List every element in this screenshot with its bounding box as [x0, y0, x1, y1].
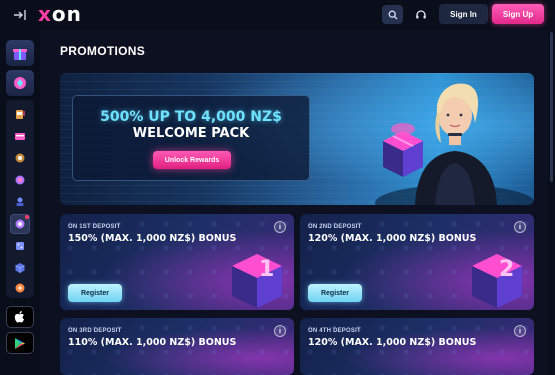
scrollbar-thumb[interactable] — [550, 32, 553, 182]
bonus-deposit-label: ON 3RD DEPOSIT — [68, 328, 122, 334]
sidebar-item-gems[interactable] — [10, 192, 30, 212]
info-icon[interactable]: i — [274, 325, 286, 337]
info-icon[interactable]: i — [514, 325, 526, 337]
sidebar-promo-gift[interactable] — [6, 40, 34, 66]
top-header: x on Sign In Sign Up — [0, 0, 555, 30]
promo-chest-icon — [14, 77, 26, 89]
notification-dot — [25, 215, 29, 219]
info-icon[interactable]: i — [514, 221, 526, 233]
sidebar — [0, 30, 40, 375]
hero-offer-amount: 500% UP TO 4,000 NZ$ — [100, 109, 282, 125]
sidebar-toggle-icon[interactable] — [12, 8, 28, 22]
register-button[interactable]: Register — [68, 284, 122, 302]
hero-offer-card: 500% UP TO 4,000 NZ$ WELCOME PACK Unlock… — [72, 95, 310, 181]
app-root: x on Sign In Sign Up PROMOTIONS 500% UP … — [0, 0, 555, 375]
coin-icon — [15, 175, 25, 185]
page-scrollbar[interactable] — [548, 30, 555, 375]
slot-machine-icon — [16, 110, 25, 119]
bonus-deposit-label: ON 2ND DEPOSIT — [308, 224, 362, 230]
package-icon — [15, 263, 25, 273]
bonus-card-4th-deposit: ON 4TH DEPOSIT 120% (MAX. 1,000 NZ$) BON… — [300, 318, 534, 375]
sidebar-game-categories — [6, 100, 34, 298]
dice-icon — [16, 242, 24, 250]
page-title: PROMOTIONS — [60, 44, 146, 58]
google-play-button[interactable] — [6, 332, 34, 354]
hero-character-illustration — [375, 83, 534, 205]
sidebar-item-slots[interactable] — [10, 104, 30, 124]
unlock-rewards-button[interactable]: Unlock Rewards — [153, 151, 231, 169]
app-store-button[interactable] — [6, 306, 34, 328]
sidebar-item-live-casino[interactable] — [10, 214, 30, 234]
gift-number: 1 — [259, 257, 274, 282]
bonus-title: 150% (MAX. 1,000 NZ$) BONUS — [68, 233, 237, 244]
bonus-deposit-label: ON 1ST DEPOSIT — [68, 224, 121, 230]
cards-icon — [15, 133, 25, 140]
promo-gift-icon — [13, 49, 27, 60]
bonus-title: 120% (MAX. 1,000 NZ$) BONUS — [308, 337, 477, 348]
support-button[interactable] — [410, 5, 431, 24]
roulette-icon — [15, 153, 25, 163]
welcome-hero-banner: 500% UP TO 4,000 NZ$ WELCOME PACK Unlock… — [60, 73, 534, 205]
sign-up-button[interactable]: Sign Up — [492, 4, 544, 24]
sidebar-item-coins[interactable] — [10, 170, 30, 190]
sidebar-item-roulette[interactable] — [10, 148, 30, 168]
sidebar-item-cards[interactable] — [10, 126, 30, 146]
bonus-card-2nd-deposit: ON 2ND DEPOSIT 120% (MAX. 1,000 NZ$) BON… — [300, 214, 534, 310]
gift-number: 2 — [499, 257, 514, 282]
gift-box-illustration: 1 — [232, 254, 282, 308]
live-casino-icon — [15, 219, 25, 229]
main-content: PROMOTIONS 500% UP TO 4,000 NZ$ WELCOME … — [40, 30, 545, 375]
hero-offer-name: WELCOME PACK — [132, 126, 250, 141]
bonus-deposit-label: ON 4TH DEPOSIT — [308, 328, 361, 334]
bonus-title: 120% (MAX. 1,000 NZ$) BONUS — [308, 233, 477, 244]
sign-in-button[interactable]: Sign In — [439, 4, 488, 24]
search-button[interactable] — [382, 5, 403, 24]
google-play-icon — [15, 337, 25, 349]
apple-icon — [14, 311, 24, 323]
sidebar-item-packages[interactable] — [10, 258, 30, 278]
gem-icon — [16, 197, 24, 206]
sidebar-item-trophies[interactable] — [10, 278, 30, 298]
xon-logo[interactable]: x on — [38, 2, 82, 26]
bonus-card-1st-deposit: ON 1ST DEPOSIT 150% (MAX. 1,000 NZ$) BON… — [60, 214, 294, 310]
logo-on: on — [51, 2, 82, 26]
bonus-card-3rd-deposit: ON 3RD DEPOSIT 110% (MAX. 1,000 NZ$) BON… — [60, 318, 294, 375]
search-icon — [388, 10, 397, 19]
logo-x: x — [38, 2, 52, 26]
register-button[interactable]: Register — [308, 284, 362, 302]
headset-icon — [415, 9, 426, 18]
trophy-icon — [15, 283, 25, 293]
sidebar-promo-chest[interactable] — [6, 70, 34, 96]
sidebar-item-dice[interactable] — [10, 236, 30, 256]
info-icon[interactable]: i — [274, 221, 286, 233]
gift-box-illustration: 2 — [472, 254, 522, 308]
bonus-title: 110% (MAX. 1,000 NZ$) BONUS — [68, 337, 237, 348]
